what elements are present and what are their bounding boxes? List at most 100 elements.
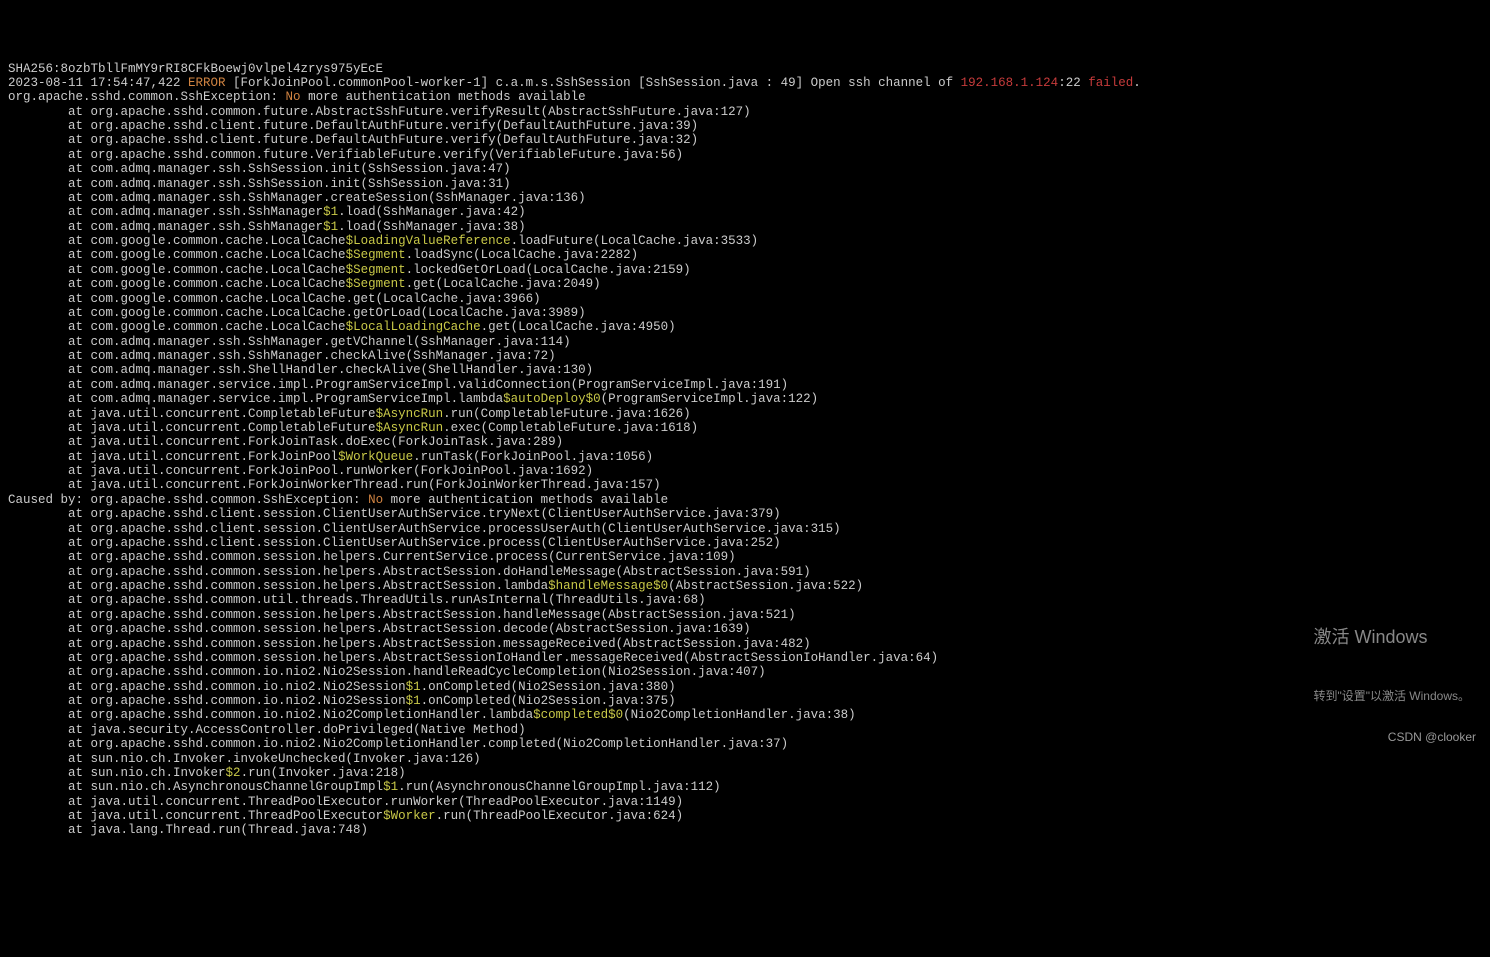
log-line: at org.apache.sshd.client.session.Client… (8, 507, 1482, 521)
log-segment: failed (1088, 76, 1133, 90)
log-segment: more authentication methods available (383, 493, 668, 507)
log-line: at java.util.concurrent.ForkJoinWorkerTh… (8, 478, 1482, 492)
log-segment: $1 (406, 680, 421, 694)
log-line: at org.apache.sshd.common.io.nio2.Nio2Se… (8, 665, 1482, 679)
log-segment: at com.google.common.cache.LocalCache (8, 320, 346, 334)
log-segment: at com.admq.manager.ssh.SshManager.getVC… (8, 335, 571, 349)
log-segment: at org.apache.sshd.client.session.Client… (8, 536, 781, 550)
log-segment: at com.google.common.cache.LocalCache (8, 263, 346, 277)
log-segment: No (368, 493, 383, 507)
log-segment: at com.google.common.cache.LocalCache (8, 277, 346, 291)
log-segment: at com.admq.manager.service.impl.Program… (8, 378, 788, 392)
log-line: at org.apache.sshd.common.util.threads.T… (8, 593, 1482, 607)
log-segment: at org.apache.sshd.common.io.nio2.Nio2Co… (8, 708, 533, 722)
log-line: at org.apache.sshd.common.io.nio2.Nio2Se… (8, 680, 1482, 694)
log-line: at org.apache.sshd.common.io.nio2.Nio2Co… (8, 737, 1482, 751)
log-segment: at java.util.concurrent.ThreadPoolExecut… (8, 795, 683, 809)
log-line: at java.util.concurrent.ThreadPoolExecut… (8, 795, 1482, 809)
log-line: at org.apache.sshd.client.session.Client… (8, 522, 1482, 536)
log-line: at org.apache.sshd.common.session.helper… (8, 651, 1482, 665)
log-segment: at com.admq.manager.ssh.SshManager.check… (8, 349, 556, 363)
log-line: at java.security.AccessController.doPriv… (8, 723, 1482, 737)
log-line: at sun.nio.ch.AsynchronousChannelGroupIm… (8, 780, 1482, 794)
log-line: at com.google.common.cache.LocalCache$Lo… (8, 320, 1482, 334)
log-segment: .exec(CompletableFuture.java:1618) (443, 421, 698, 435)
log-segment: $0 (608, 708, 623, 722)
log-line: at org.apache.sshd.common.io.nio2.Nio2Co… (8, 708, 1482, 722)
log-line: at com.admq.manager.service.impl.Program… (8, 378, 1482, 392)
log-line: at java.lang.Thread.run(Thread.java:748) (8, 823, 1482, 837)
log-segment: $WorkQueue (338, 450, 413, 464)
log-segment: at com.admq.manager.ssh.SshManager (8, 205, 323, 219)
log-segment: 2023-08-11 17:54:47,422 (8, 76, 188, 90)
log-line: at com.admq.manager.service.impl.Program… (8, 392, 1482, 406)
log-segment: . (1133, 76, 1141, 90)
log-line: SHA256:8ozbTbllFmMY9rRI8CFkBoewj0vlpel4z… (8, 62, 1482, 76)
log-segment: $AsyncRun (376, 421, 444, 435)
log-segment: .run(CompletableFuture.java:1626) (443, 407, 691, 421)
log-segment: org.apache.sshd.common.SshException: (8, 90, 286, 104)
log-segment: .loadSync(LocalCache.java:2282) (406, 248, 639, 262)
log-segment: at java.security.AccessController.doPriv… (8, 723, 526, 737)
log-segment: .get(LocalCache.java:4950) (481, 320, 676, 334)
log-segment: at com.google.common.cache.LocalCache (8, 234, 346, 248)
log-segment: at java.util.concurrent.CompletableFutur… (8, 407, 376, 421)
log-line: at org.apache.sshd.common.io.nio2.Nio2Se… (8, 694, 1482, 708)
log-line: at com.google.common.cache.LocalCache$Lo… (8, 234, 1482, 248)
log-segment: at org.apache.sshd.common.io.nio2.Nio2Se… (8, 680, 406, 694)
log-segment: at sun.nio.ch.Invoker.invokeUnchecked(In… (8, 752, 481, 766)
log-line: at org.apache.sshd.client.future.Default… (8, 119, 1482, 133)
log-segment: at org.apache.sshd.common.session.helper… (8, 622, 751, 636)
log-line: at java.util.concurrent.CompletableFutur… (8, 407, 1482, 421)
log-segment: $1 (383, 780, 398, 794)
log-segment: :22 (1058, 76, 1088, 90)
log-segment: at com.google.common.cache.LocalCache.ge… (8, 306, 586, 320)
log-segment: at org.apache.sshd.client.future.Default… (8, 133, 698, 147)
log-line: at com.google.common.cache.LocalCache.ge… (8, 292, 1482, 306)
log-line: at org.apache.sshd.client.session.Client… (8, 536, 1482, 550)
log-segment: at org.apache.sshd.common.session.helper… (8, 608, 796, 622)
log-segment: at org.apache.sshd.common.session.helper… (8, 651, 938, 665)
log-segment: SHA256:8ozbTbllFmMY9rRI8CFkBoewj0vlpel4z… (8, 62, 383, 76)
log-line: at org.apache.sshd.common.session.helper… (8, 550, 1482, 564)
log-segment: at org.apache.sshd.common.io.nio2.Nio2Co… (8, 737, 788, 751)
log-line: Caused by: org.apache.sshd.common.SshExc… (8, 493, 1482, 507)
log-segment: .load(SshManager.java:38) (338, 220, 526, 234)
log-segment: at org.apache.sshd.common.io.nio2.Nio2Se… (8, 694, 406, 708)
log-line: at org.apache.sshd.common.future.Verifia… (8, 148, 1482, 162)
log-segment: more authentication methods available (301, 90, 586, 104)
log-segment: at org.apache.sshd.common.io.nio2.Nio2Se… (8, 665, 766, 679)
log-segment: .loadFuture(LocalCache.java:3533) (511, 234, 759, 248)
log-line: at sun.nio.ch.Invoker.invokeUnchecked(In… (8, 752, 1482, 766)
log-line: at com.admq.manager.ssh.ShellHandler.che… (8, 363, 1482, 377)
log-segment: at java.lang.Thread.run(Thread.java:748) (8, 823, 368, 837)
log-segment: at com.admq.manager.ssh.SshSession.init(… (8, 177, 511, 191)
log-line: at com.google.common.cache.LocalCache$Se… (8, 248, 1482, 262)
log-segment: at sun.nio.ch.AsynchronousChannelGroupIm… (8, 780, 383, 794)
log-segment: 192.168.1.124 (961, 76, 1059, 90)
log-segment: at org.apache.sshd.common.util.threads.T… (8, 593, 706, 607)
log-segment: .runTask(ForkJoinPool.java:1056) (413, 450, 653, 464)
log-segment: .run(AsynchronousChannelGroupImpl.java:1… (398, 780, 721, 794)
log-segment: $0 (586, 392, 601, 406)
log-line: at org.apache.sshd.client.future.Default… (8, 133, 1482, 147)
terminal-output[interactable]: SHA256:8ozbTbllFmMY9rRI8CFkBoewj0vlpel4z… (0, 58, 1490, 842)
watermark-subtitle: 转到"设置"以激活 Windows。 (1313, 690, 1470, 704)
log-line: at com.google.common.cache.LocalCache.ge… (8, 306, 1482, 320)
log-line: at com.google.common.cache.LocalCache$Se… (8, 277, 1482, 291)
log-line: at org.apache.sshd.common.session.helper… (8, 565, 1482, 579)
log-line: at com.admq.manager.ssh.SshSession.init(… (8, 162, 1482, 176)
log-segment: at sun.nio.ch.Invoker (8, 766, 226, 780)
log-segment: $2 (226, 766, 241, 780)
log-segment: at org.apache.sshd.common.session.helper… (8, 550, 736, 564)
log-segment: $AsyncRun (376, 407, 444, 421)
log-segment: .run(Invoker.java:218) (241, 766, 406, 780)
log-line: 2023-08-11 17:54:47,422 ERROR [ForkJoinP… (8, 76, 1482, 90)
log-segment: at java.util.concurrent.ForkJoinPool.run… (8, 464, 593, 478)
log-line: at com.admq.manager.ssh.SshManager.getVC… (8, 335, 1482, 349)
log-segment: at java.util.concurrent.ForkJoinWorkerTh… (8, 478, 661, 492)
log-segment: at com.admq.manager.service.impl.Program… (8, 392, 503, 406)
log-segment: $0 (653, 579, 668, 593)
log-line: at com.admq.manager.ssh.SshManager$1.loa… (8, 220, 1482, 234)
log-segment: .lockedGetOrLoad(LocalCache.java:2159) (406, 263, 691, 277)
